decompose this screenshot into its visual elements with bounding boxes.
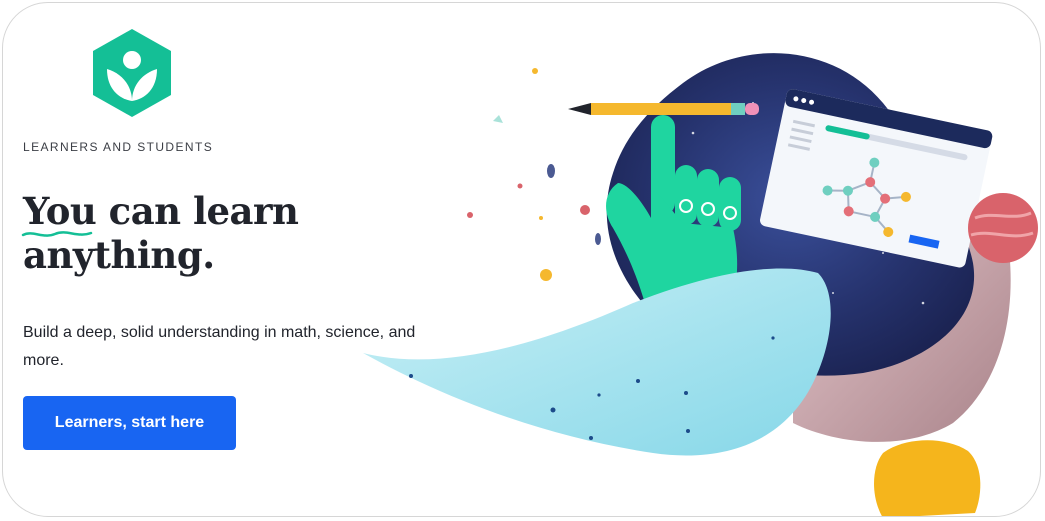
headline-emphasis: You	[23, 189, 97, 233]
learners-start-button[interactable]: Learners, start here	[23, 396, 236, 450]
pencil-icon	[568, 103, 759, 115]
water-wave-shape	[363, 268, 831, 456]
hero-illustration	[363, 53, 1038, 516]
hero-section: LEARNERS AND STUDENTS You can learn anyt…	[2, 2, 1041, 517]
squiggle-underline-icon	[21, 231, 93, 237]
khan-academy-logo-icon[interactable]	[93, 29, 171, 117]
headline-text: can learn	[96, 189, 299, 233]
eyebrow-label: LEARNERS AND STUDENTS	[23, 140, 214, 154]
yellow-rock-shape	[874, 440, 981, 516]
planet-icon	[968, 193, 1038, 263]
